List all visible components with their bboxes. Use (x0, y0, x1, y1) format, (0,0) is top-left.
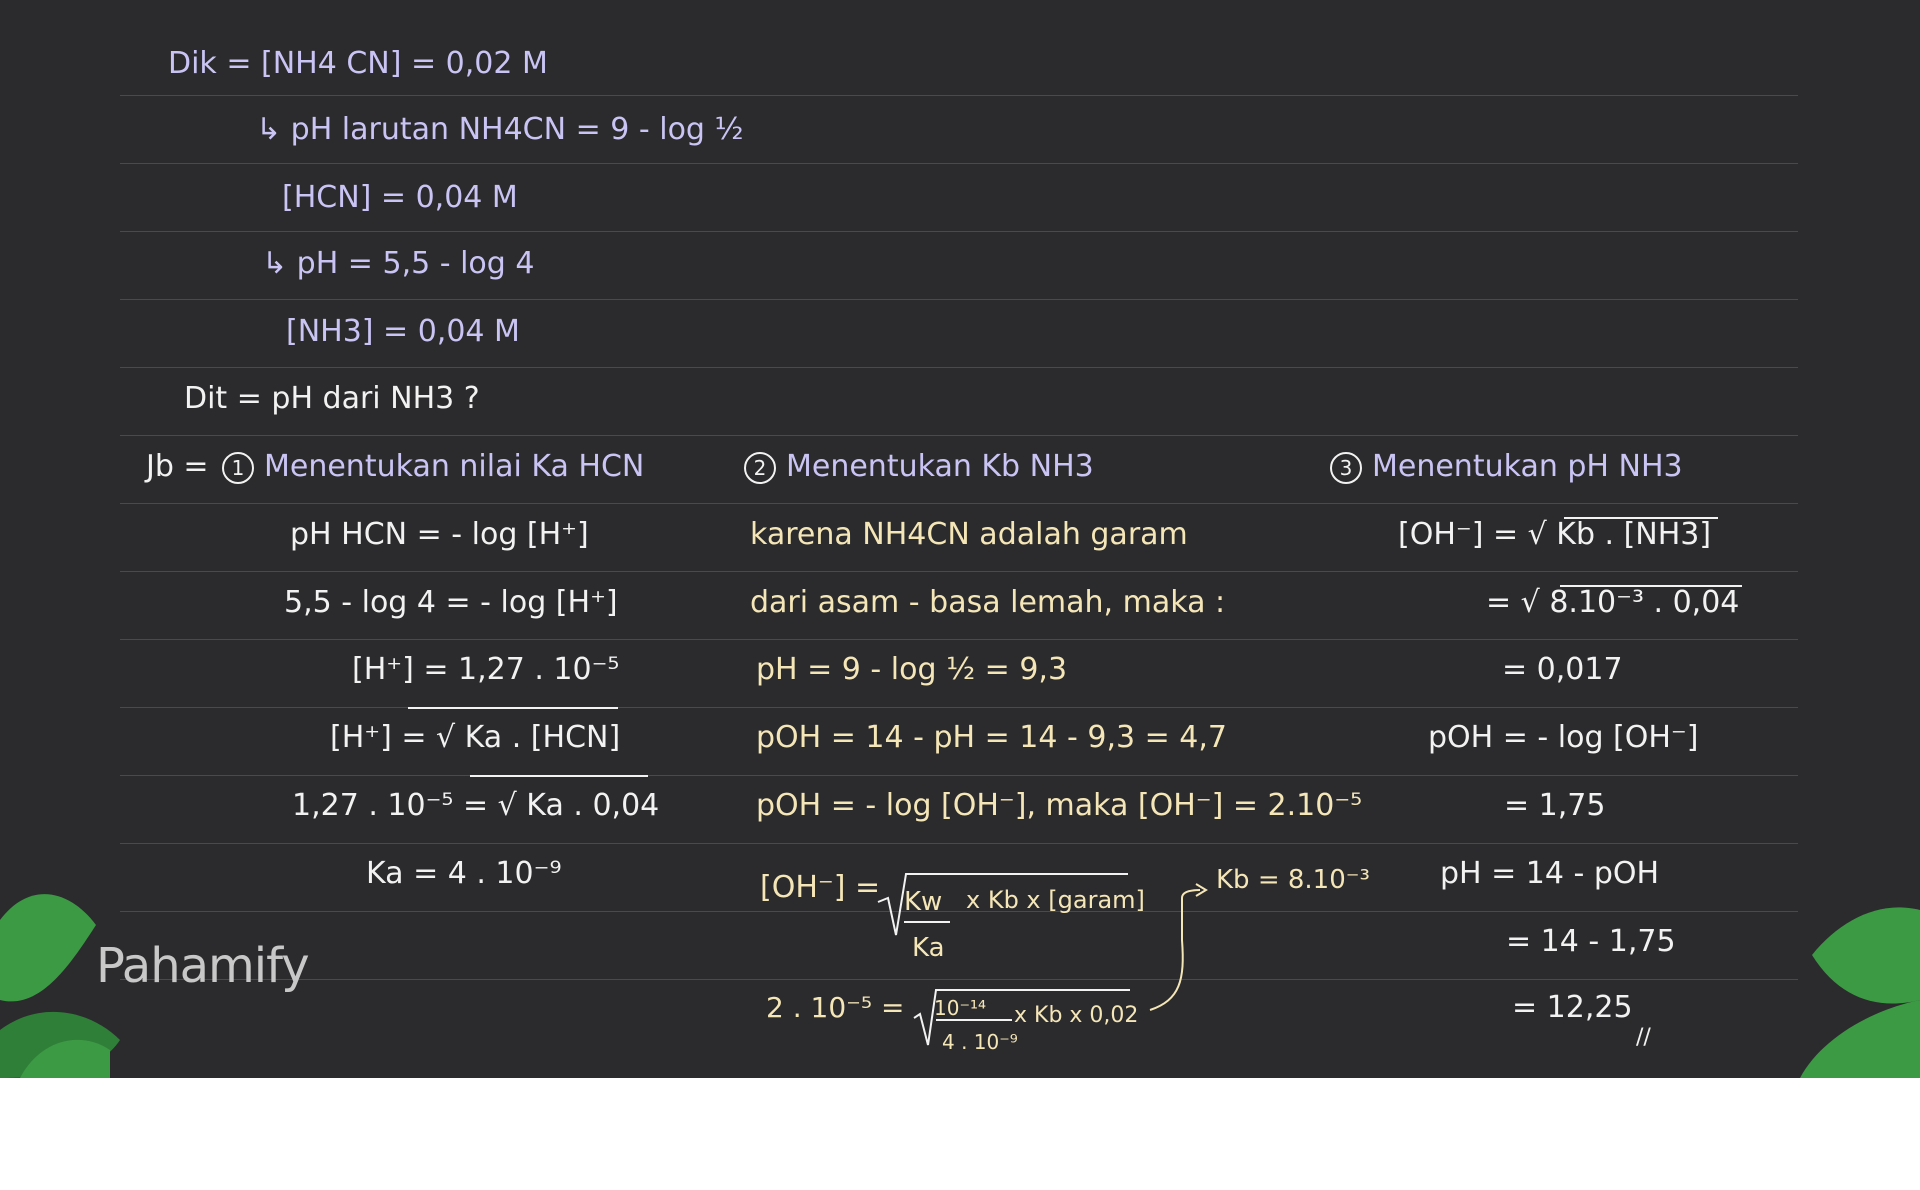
bracket-arrow-icon (1149, 889, 1201, 1011)
whiteboard: Dik = [NH4 CN] = 0,02 M ↳ pH larutan NH4… (0, 0, 1920, 1078)
root-sign-icon (877, 873, 1128, 936)
leaf-right-icon (1812, 907, 1920, 1004)
leaf-right-icon (1800, 1000, 1920, 1078)
pahamify-logo: Pahamify (96, 938, 310, 994)
root-sign-icon (913, 989, 1130, 1046)
leaf-left-icon (0, 894, 96, 1002)
decorations-layer (0, 517, 1920, 1078)
